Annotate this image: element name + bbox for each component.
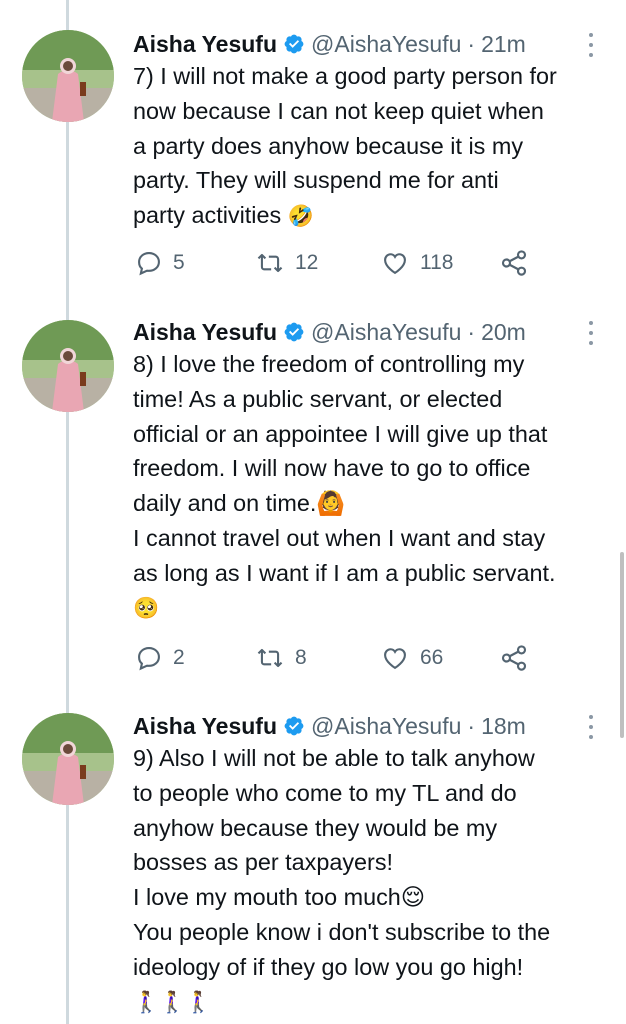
author-name[interactable]: Aisha Yesufu [133,713,277,740]
author-handle[interactable]: @AishaYesufu [311,713,461,740]
share-button[interactable] [499,643,529,673]
tweet-text-line: 9) Also I will not be able to talk anyho… [133,745,535,771]
more-options-icon[interactable] [586,715,596,739]
reply-icon [135,249,163,277]
share-button[interactable] [499,248,529,278]
tweet-text-line: anyhow because they would be my [133,814,498,841]
avatar-photo [22,320,114,412]
timestamp[interactable]: 21m [481,31,526,58]
tweet-text-line: official or an appointee I will give up … [133,420,548,447]
share-icon [499,643,529,673]
tweet-text: 8) I love the freedom of controlling my … [133,347,613,625]
tweet-text: 7) I will not make a good party person f… [133,59,613,233]
tweet-text-line: as long as I want if I am a public serva… [133,559,556,586]
avatar[interactable] [22,30,114,122]
tweet-text-line: I love my mouth too much😌 [133,884,426,911]
reply-count: 5 [173,251,185,274]
reply-button[interactable]: 2 [135,643,185,673]
tweet-text-line: to people who come to my TL and do [133,779,517,806]
tweet-header: Aisha Yesufu @AishaYesufu · 20m [133,315,526,349]
avatar[interactable] [22,320,114,412]
retweet-icon [255,249,285,277]
reply-icon [135,644,163,672]
tweet-text-line: I cannot travel out when I want and stay [133,524,546,551]
verified-badge-icon [283,321,305,343]
tweet-actions: 2 8 66 [133,643,573,673]
walking-woman-emoji: 🚶‍♀️🚶‍♀️🚶‍♀️ [133,989,212,1014]
author-name[interactable]: Aisha Yesufu [133,319,277,346]
rofl-emoji: 🤣 [287,204,314,229]
timeline: Aisha Yesufu @AishaYesufu · 21m 7) I wil… [0,0,626,1024]
avatar-photo [22,713,114,805]
retweet-button[interactable]: 8 [255,643,307,673]
separator-dot: · [467,318,476,345]
tweet-header: Aisha Yesufu @AishaYesufu · 21m [133,27,526,61]
tweet-text-line: a party does anyhow because it is my [133,132,524,159]
tweet-text-line: now because I can not keep quiet when [133,97,544,124]
separator-dot: · [467,712,476,739]
separator-dot: · [467,30,476,57]
verified-badge-icon [283,715,305,737]
reply-count: 2 [173,646,185,669]
tweet-text-line: party. They will suspend me for anti [133,167,499,194]
tweet-text-line: freedom. I will now have to go to office [133,455,531,482]
more-options-icon[interactable] [586,33,596,57]
tweet-actions: 5 12 118 [133,248,573,278]
heart-icon [380,249,410,277]
more-options-icon[interactable] [586,321,596,345]
tweet-2[interactable]: Aisha Yesufu @AishaYesufu · 20m 8) I lov… [0,315,626,685]
author-name[interactable]: Aisha Yesufu [133,31,277,58]
author-handle[interactable]: @AishaYesufu [311,319,461,346]
share-icon [499,248,529,278]
tweet-header: Aisha Yesufu @AishaYesufu · 18m [133,709,526,743]
scrollbar[interactable] [620,552,624,738]
tweet-text-line: bosses as per taxpayers! [133,849,394,876]
like-count: 118 [420,251,454,274]
tweet-text-line: 8) I love the freedom of controlling my [133,351,525,377]
tweet-3[interactable]: Aisha Yesufu @AishaYesufu · 18m 9) Also … [0,709,626,1024]
tweet-text-line: daily and on time.🙆 [133,490,346,517]
tweet-1[interactable]: Aisha Yesufu @AishaYesufu · 21m 7) I wil… [0,27,626,287]
author-handle[interactable]: @AishaYesufu [311,31,461,58]
timestamp[interactable]: 20m [481,319,526,346]
like-button[interactable]: 118 [380,248,453,278]
retweet-count: 12 [295,251,319,274]
avatar[interactable] [22,713,114,805]
tweet-text-segment: party activities [133,202,282,229]
tweet-text: 9) Also I will not be able to talk anyho… [133,741,613,1019]
tweet-text-line: time! As a public servant, or elected [133,385,503,412]
tweet-text-line: 7) I will not make a good party person f… [133,63,557,89]
retweet-count: 8 [295,646,307,669]
heart-icon [380,644,410,672]
verified-badge-icon [283,33,305,55]
like-count: 66 [420,646,444,669]
retweet-icon [255,644,285,672]
tweet-text-line: You people know i don't subscribe to the [133,918,551,945]
reply-button[interactable]: 5 [135,248,185,278]
retweet-button[interactable]: 12 [255,248,318,278]
pleading-emoji: 🥺 [133,595,160,620]
like-button[interactable]: 66 [380,643,443,673]
tweet-text-line: party activities 🤣 [133,198,613,233]
tweet-text-line: ideology of if they go low you go high! [133,953,524,980]
avatar-photo [22,30,114,122]
timestamp[interactable]: 18m [481,713,526,740]
